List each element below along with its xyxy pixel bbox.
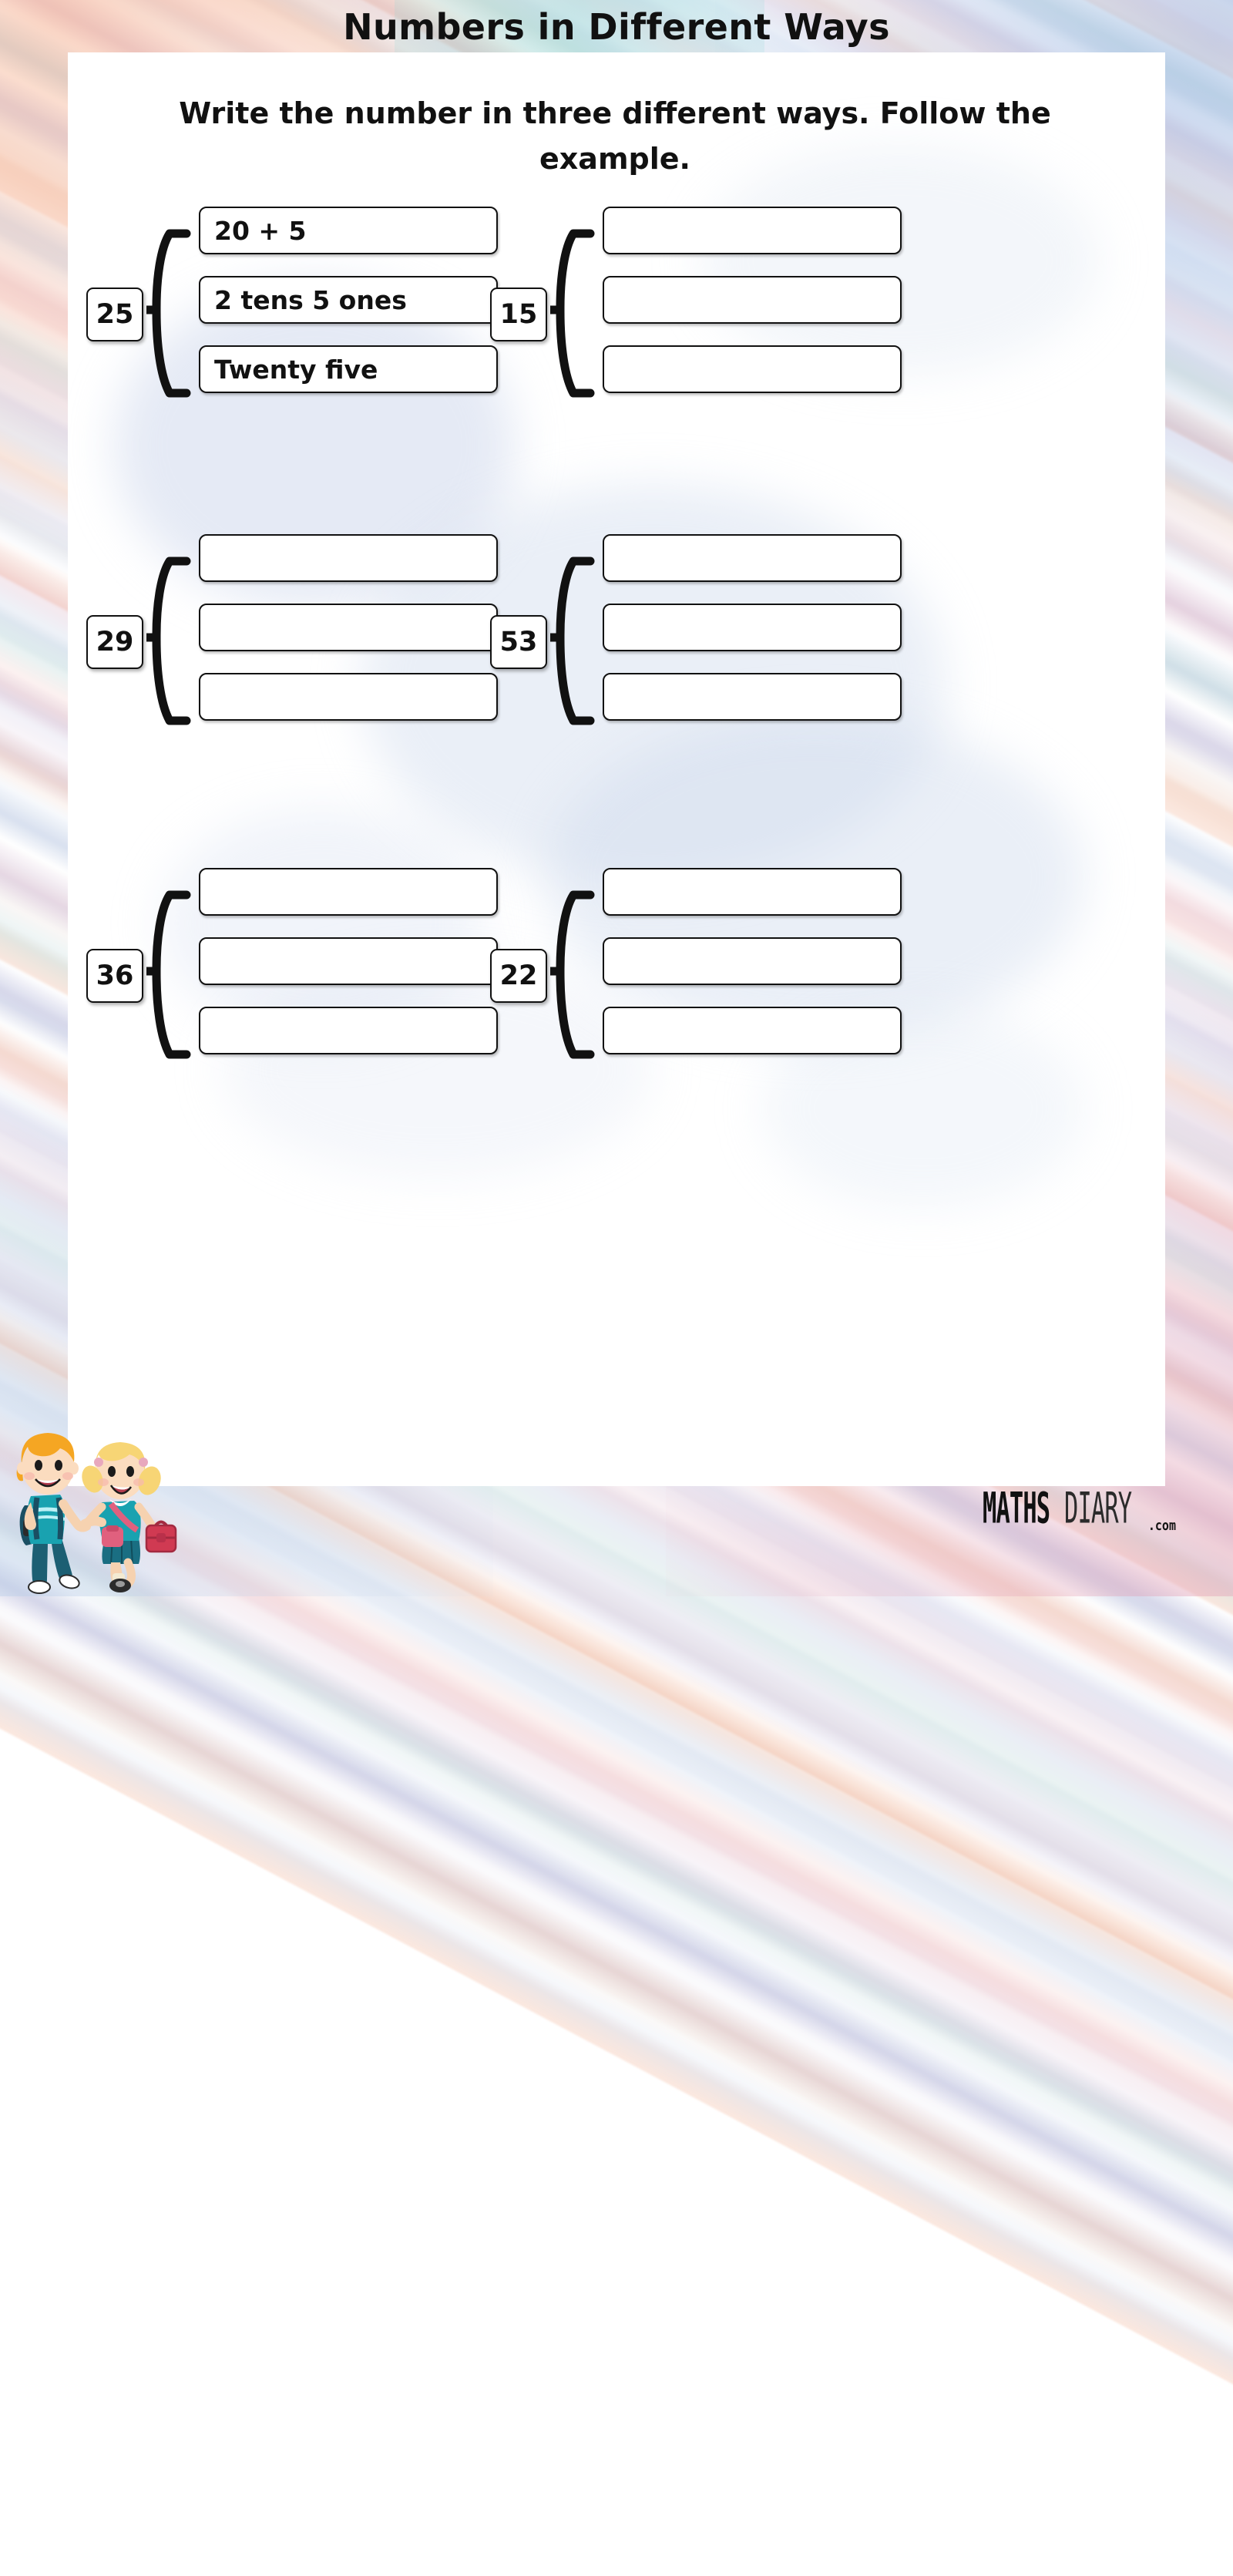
answer-list: [199, 868, 499, 1054]
problem-number-box: 25: [86, 288, 143, 341]
curly-brace-icon: [550, 229, 595, 398]
problem-number-box: 15: [490, 288, 547, 341]
answer-box[interactable]: [603, 937, 902, 985]
problem-number-box: 36: [86, 949, 143, 1003]
answer-box[interactable]: [199, 1007, 498, 1054]
answer-box[interactable]: 2 tens 5 ones: [199, 276, 498, 324]
answer-box[interactable]: [603, 534, 902, 582]
logo-maths-text: MATHS: [983, 1483, 1050, 1534]
logo-dotcom-text: .com: [1147, 1517, 1176, 1534]
answer-box[interactable]: [199, 937, 498, 985]
mathsdiary-logo: MATHS DIARY .com: [983, 1484, 1176, 1534]
logo-diary-text: DIARY: [1064, 1483, 1132, 1534]
answer-box[interactable]: [199, 604, 498, 651]
answer-box[interactable]: 20 + 5: [199, 207, 498, 254]
answer-box[interactable]: [199, 534, 498, 582]
instructions-text: Write the number in three different ways…: [179, 96, 1051, 176]
school-kids-illustration: [16, 1433, 177, 1594]
answer-box[interactable]: [603, 207, 902, 254]
problem-number-box: 22: [490, 949, 547, 1003]
answer-box[interactable]: [603, 1007, 902, 1054]
curly-brace-icon: [146, 229, 191, 398]
worksheet-sheet: Write the number in three different ways…: [68, 52, 1165, 1486]
page-title: Numbers in Different Ways: [343, 6, 890, 48]
answer-list: [603, 207, 903, 393]
answer-list: 20 + 5 2 tens 5 ones Twenty five: [199, 207, 499, 393]
answer-box[interactable]: [603, 673, 902, 721]
curly-brace-icon: [550, 557, 595, 725]
answer-list: [603, 868, 903, 1054]
answer-box[interactable]: [603, 345, 902, 393]
answer-box[interactable]: [199, 673, 498, 721]
answer-box[interactable]: [199, 868, 498, 916]
curly-brace-icon: [146, 890, 191, 1059]
answer-box[interactable]: [603, 604, 902, 651]
problem-number-box: 53: [490, 615, 547, 669]
curly-brace-icon: [146, 557, 191, 725]
answer-box[interactable]: [603, 276, 902, 324]
answer-box[interactable]: Twenty five: [199, 345, 498, 393]
answer-box[interactable]: [603, 868, 902, 916]
problem-number-box: 29: [86, 615, 143, 669]
answer-list: [199, 534, 499, 721]
curly-brace-icon: [550, 890, 595, 1059]
answer-list: [603, 534, 903, 721]
